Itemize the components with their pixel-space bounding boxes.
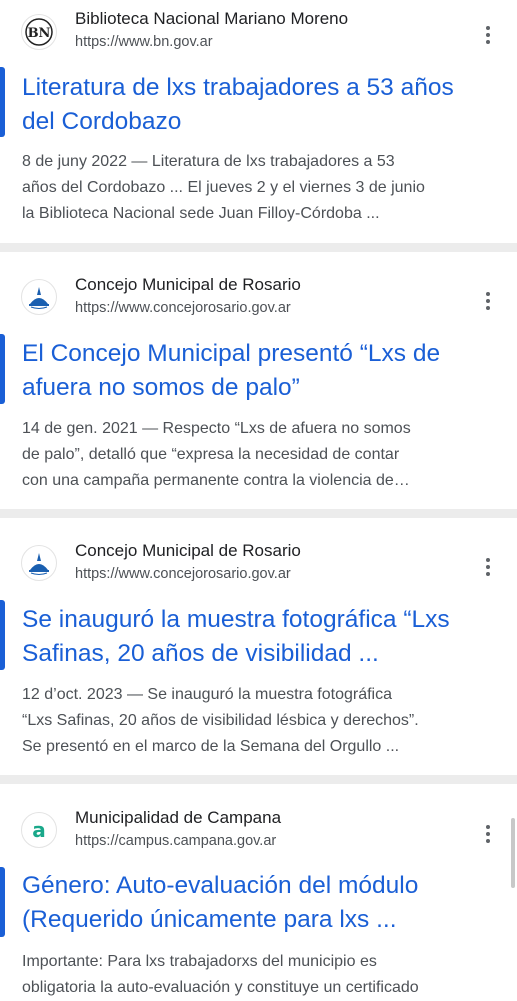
snippet-line: “Lxs Safinas, 20 años de visibilidad lés…	[22, 712, 419, 729]
result-snippet: 12 d’oct. 2023 — Se inauguró la muestra …	[22, 682, 502, 760]
site-name[interactable]: Concejo Municipal de Rosario	[75, 541, 301, 561]
result-title-link[interactable]: Género: Auto-evaluación del módulo (Requ…	[22, 869, 502, 937]
title-line: Género: Auto-evaluación del módulo	[22, 872, 419, 899]
concejo-logo-icon	[21, 279, 57, 315]
campana-logo-icon: a	[21, 812, 57, 848]
result-separator	[0, 775, 517, 784]
result-snippet: Importante: Para lxs trabajadorxs del mu…	[22, 949, 502, 1001]
site-name[interactable]: Biblioteca Nacional Mariano Moreno	[75, 9, 348, 29]
svg-text:BN: BN	[28, 26, 51, 41]
title-line: del Cordobazo	[22, 108, 182, 135]
result-title-link[interactable]: Se inauguró la muestra fotográfica “Lxs …	[22, 603, 502, 671]
title-line: afuera no somos de palo”	[22, 374, 300, 401]
search-result-4: a Municipalidad de Campana https://campu…	[0, 784, 517, 1000]
snippet-line: obligatoria la auto-evaluación y constit…	[22, 979, 419, 996]
title-line: Se inauguró la muestra fotográfica “Lxs	[22, 606, 450, 633]
result-accent-bar	[0, 67, 5, 137]
snippet-line: Importante: Para lxs trabajadorxs del mu…	[22, 953, 377, 970]
result-title-link[interactable]: El Concejo Municipal presentó “Lxs de af…	[22, 337, 502, 405]
snippet-line: la Biblioteca Nacional sede Juan Filloy-…	[22, 205, 380, 222]
more-options-icon[interactable]	[478, 822, 498, 846]
result-title-link[interactable]: Literatura de lxs trabajadores a 53 años…	[22, 71, 502, 139]
search-result-3: Concejo Municipal de Rosario https://www…	[0, 518, 517, 775]
search-result-1: BN Biblioteca Nacional Mariano Moreno ht…	[0, 0, 517, 243]
result-accent-bar	[0, 334, 5, 404]
snippet-line: de palo”, detalló que “expresa la necesi…	[22, 446, 400, 463]
scrollbar[interactable]	[511, 818, 515, 888]
site-url[interactable]: https://www.concejorosario.gov.ar	[75, 566, 291, 582]
result-separator	[0, 509, 517, 518]
snippet-line: años del Cordobazo ... El jueves 2 y el …	[22, 179, 425, 196]
title-line: El Concejo Municipal presentó “Lxs de	[22, 340, 441, 367]
snippet-line: Se presentó en el marco de la Semana del…	[22, 738, 400, 755]
svg-text:a: a	[32, 818, 46, 842]
site-name[interactable]: Municipalidad de Campana	[75, 808, 281, 828]
concejo-logo-icon	[21, 545, 57, 581]
title-line: (Requerido únicamente para lxs ...	[22, 906, 397, 933]
title-line: Literatura de lxs trabajadores a 53 años	[22, 74, 454, 101]
more-options-icon[interactable]	[478, 289, 498, 313]
result-accent-bar	[0, 867, 5, 937]
more-options-icon[interactable]	[478, 23, 498, 47]
snippet-line: 8 de juny 2022 — Literatura de lxs traba…	[22, 153, 395, 170]
bn-logo-icon: BN	[21, 14, 57, 50]
snippet-line: con una campaña permanente contra la vio…	[22, 472, 410, 489]
snippet-line: 12 d’oct. 2023 — Se inauguró la muestra …	[22, 686, 392, 703]
more-options-icon[interactable]	[478, 555, 498, 579]
result-separator	[0, 243, 517, 252]
title-line: Safinas, 20 años de visibilidad ...	[22, 640, 379, 667]
result-accent-bar	[0, 600, 5, 670]
result-snippet: 14 de gen. 2021 — Respecto “Lxs de afuer…	[22, 416, 502, 494]
result-snippet: 8 de juny 2022 — Literatura de lxs traba…	[22, 149, 502, 227]
site-name[interactable]: Concejo Municipal de Rosario	[75, 275, 301, 295]
snippet-line: 14 de gen. 2021 — Respecto “Lxs de afuer…	[22, 420, 411, 437]
site-url[interactable]: https://www.concejorosario.gov.ar	[75, 300, 291, 316]
site-url[interactable]: https://campus.campana.gov.ar	[75, 833, 276, 849]
site-url[interactable]: https://www.bn.gov.ar	[75, 34, 213, 50]
search-result-2: Concejo Municipal de Rosario https://www…	[0, 252, 517, 509]
